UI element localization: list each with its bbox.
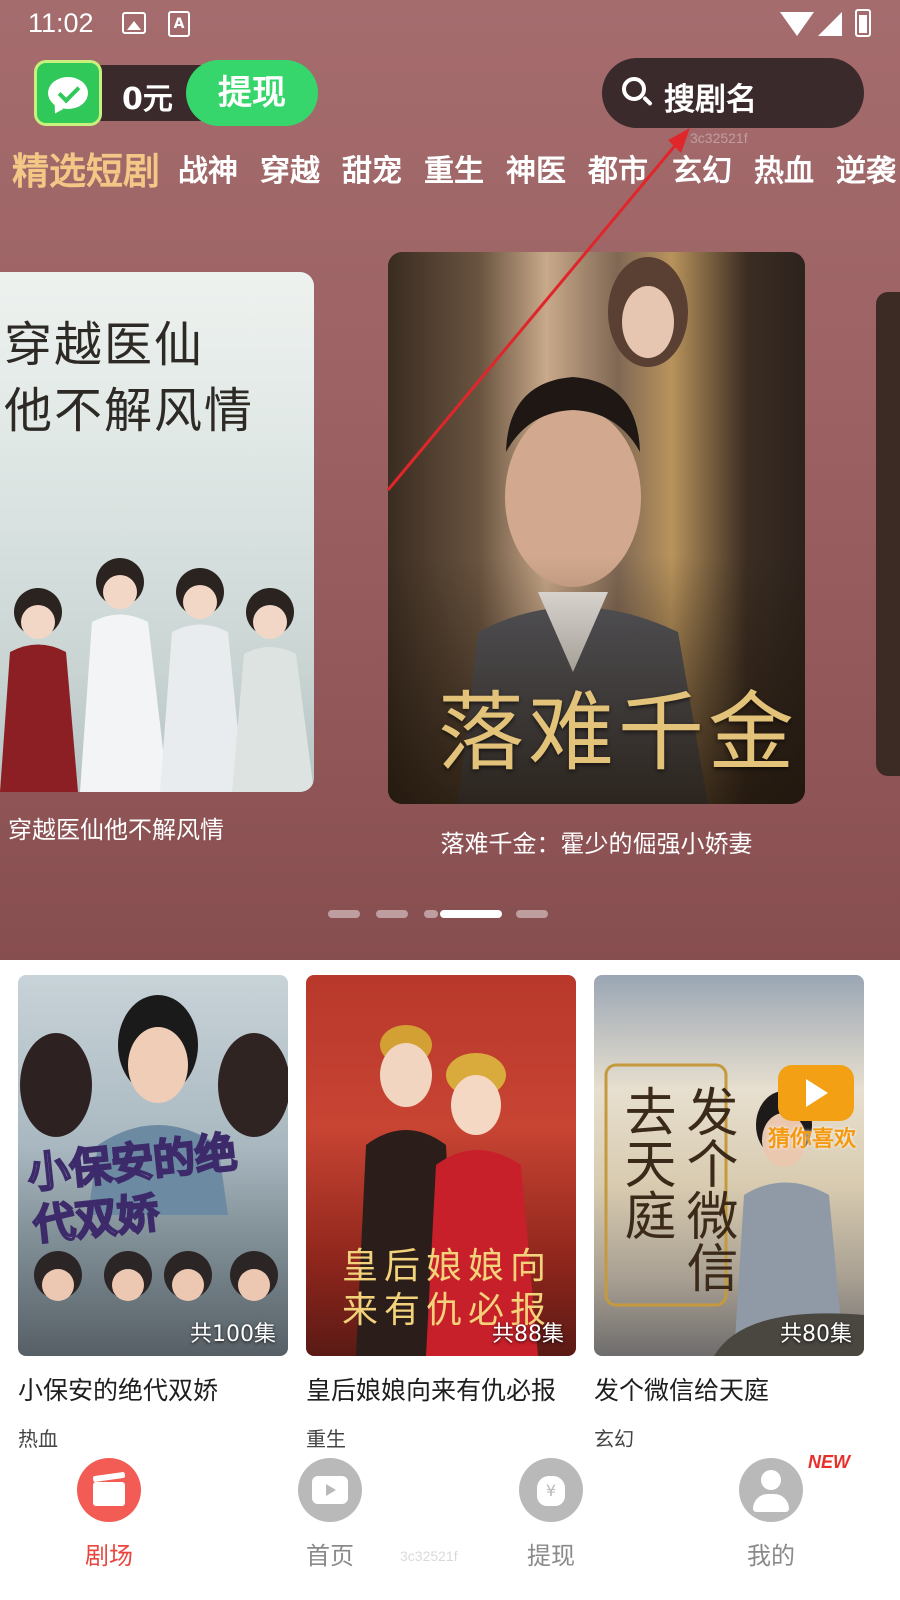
drama-title[interactable]: 皇后娘娘向来有仇必报 (306, 1371, 556, 1407)
tab-war-god[interactable]: 战神 (178, 146, 238, 198)
tab-rebirth[interactable]: 重生 (424, 146, 484, 198)
guess-you-like-badge[interactable]: 猜你喜欢 (768, 1065, 864, 1153)
poster-gold-title: 落难千金 (438, 683, 798, 783)
category-tabs: 精选短剧 战神 穿越 甜宠 重生 神医 都市 玄幻 热血 逆袭 (0, 146, 900, 202)
poster-calligraphy: 穿越医仙 他不解风情 (4, 317, 255, 439)
drama-card[interactable]: 发个微信去天庭 猜你喜欢 共80集 发个微信给天庭 玄幻 (594, 975, 864, 1451)
episode-count: 共88集 (492, 1322, 564, 1347)
nav-label: 首页 (306, 1542, 354, 1570)
tab-comeback[interactable]: 逆袭 (836, 146, 896, 198)
carousel-card-poster-active[interactable]: 落难千金 (388, 252, 805, 804)
tab-urban[interactable]: 都市 (588, 146, 648, 198)
watermark: 3c32521f (690, 130, 748, 146)
carousel-card-title-active[interactable]: 落难千金：霍少的倔强小娇妻 (388, 824, 805, 859)
drama-title[interactable]: 发个微信给天庭 (594, 1371, 769, 1407)
play-icon (778, 1065, 854, 1121)
nav-label: 我的 (747, 1542, 795, 1570)
drama-card[interactable]: 皇后娘娘向来有仇必报 共88集 皇后娘娘向来有仇必报 重生 (306, 975, 576, 1451)
drama-genre: 热血 (18, 1427, 58, 1451)
tab-miracle-doctor[interactable]: 神医 (506, 146, 566, 198)
battery-icon (855, 9, 871, 37)
drama-title[interactable]: 小保安的绝代双娇 (18, 1371, 218, 1407)
watermark: 3c32521f (400, 1548, 458, 1564)
nav-label: 提现 (527, 1542, 575, 1570)
episode-count: 共100集 (190, 1322, 276, 1347)
guess-you-like-label: 猜你喜欢 (768, 1127, 857, 1152)
search-placeholder: 搜剧名 (664, 82, 757, 118)
tab-passion[interactable]: 热血 (754, 146, 814, 198)
status-bar: 11:02 A (0, 0, 900, 50)
bottom-nav: 剧场 首页 ¥ 提现 我的 (0, 1450, 900, 1600)
search-icon (622, 77, 653, 107)
drama-card[interactable]: 小保安的绝代双娇 共100集 小保安的绝代双娇 热血 (18, 975, 288, 1451)
pager-dot[interactable] (516, 910, 548, 918)
drama-poster[interactable]: 小保安的绝代双娇 共100集 (18, 975, 288, 1356)
signal-icon (818, 12, 842, 36)
carousel-card-poster[interactable]: 穿越医仙 他不解风情 (0, 272, 314, 792)
pager-dot[interactable] (376, 910, 408, 918)
tab-fantasy[interactable]: 玄幻 (672, 146, 732, 198)
pager-dot[interactable] (328, 910, 360, 918)
drama-poster[interactable]: 发个微信去天庭 猜你喜欢 共80集 (594, 975, 864, 1356)
carousel-card-title[interactable]: 穿越医仙他不解风情 (8, 810, 224, 845)
wechat-icon (34, 60, 102, 126)
home-tv-icon (298, 1458, 362, 1522)
withdraw-bag-icon: ¥ (519, 1458, 583, 1522)
drama-genre: 重生 (306, 1427, 346, 1451)
tab-time-travel[interactable]: 穿越 (260, 146, 320, 198)
new-badge: NEW (808, 1452, 850, 1472)
nav-home[interactable]: 首页 (265, 1458, 395, 1578)
theater-icon (77, 1458, 141, 1522)
tab-featured[interactable]: 精选短剧 (12, 146, 160, 198)
cast-illustration (0, 558, 314, 792)
pager-dot-active[interactable] (440, 910, 502, 918)
wallet-widget[interactable]: 0元 提现 (34, 60, 324, 126)
wifi-icon (780, 12, 814, 36)
carousel-card-next[interactable] (876, 292, 900, 776)
nav-theater[interactable]: 剧场 (44, 1458, 174, 1578)
poster-title-art: 发个微信去天庭 (615, 1085, 737, 1293)
status-time: 11:02 (28, 8, 94, 38)
gallery-notification-icon (122, 12, 146, 34)
search-bar[interactable]: 搜剧名 (602, 58, 864, 128)
tab-sweet-romance[interactable]: 甜宠 (342, 146, 402, 198)
pager-dot[interactable] (424, 910, 438, 918)
nav-profile[interactable]: 我的 (706, 1458, 836, 1578)
nav-withdraw[interactable]: ¥ 提现 (486, 1458, 616, 1578)
a-notification-icon: A (168, 11, 190, 37)
episode-count: 共80集 (780, 1322, 852, 1347)
nav-label: 剧场 (85, 1542, 133, 1570)
drama-poster[interactable]: 皇后娘娘向来有仇必报 共88集 (306, 975, 576, 1356)
withdraw-button[interactable]: 提现 (186, 60, 318, 126)
profile-icon (739, 1458, 803, 1522)
wallet-balance: 0元 (122, 82, 173, 117)
drama-genre: 玄幻 (594, 1427, 634, 1451)
